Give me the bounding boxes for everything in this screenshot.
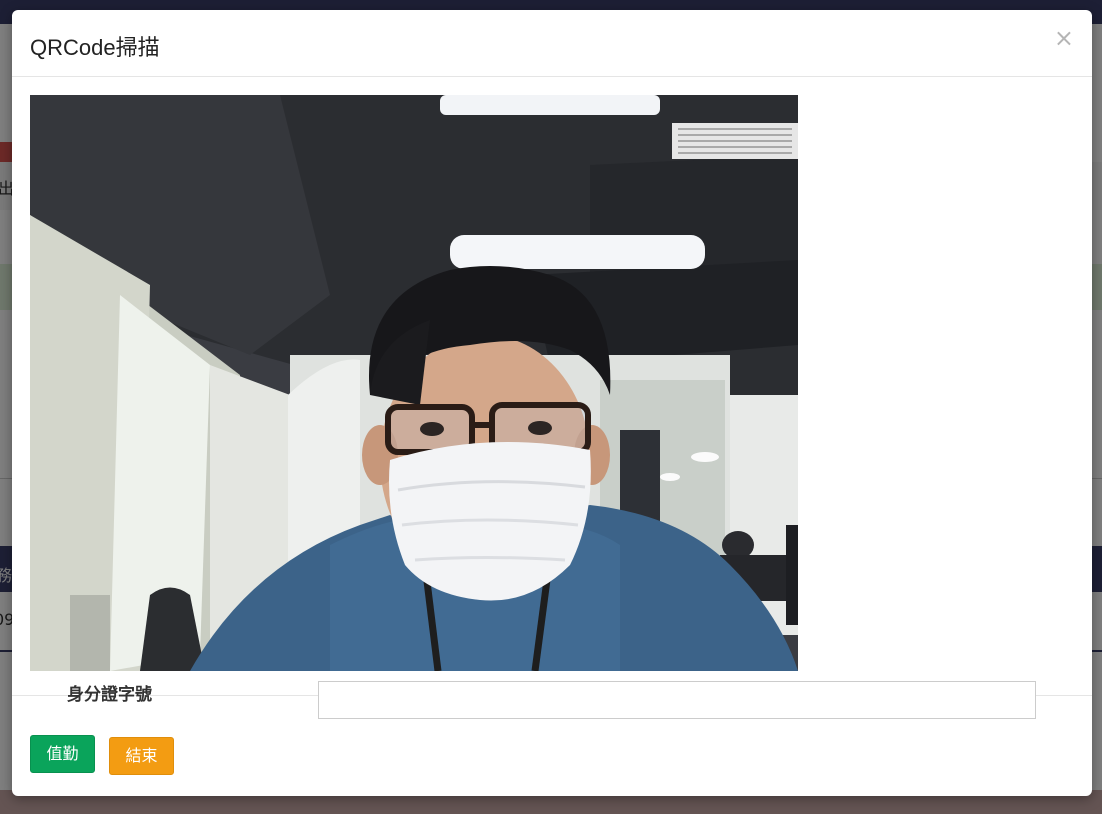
end-button[interactable]: 結束	[109, 737, 174, 775]
id-number-label: 身分證字號	[67, 685, 152, 705]
qrcode-scan-modal: QRCode掃描 × 身分證字號 值勤 結束	[12, 10, 1092, 796]
duty-button[interactable]: 值勤	[30, 735, 95, 773]
camera-feed-image	[30, 95, 798, 671]
modal-title: QRCode掃描	[30, 35, 160, 60]
close-icon[interactable]: ×	[1054, 26, 1074, 50]
modal-header: QRCode掃描 ×	[12, 10, 1092, 77]
camera-preview	[30, 95, 798, 671]
id-number-input[interactable]	[318, 681, 1036, 719]
